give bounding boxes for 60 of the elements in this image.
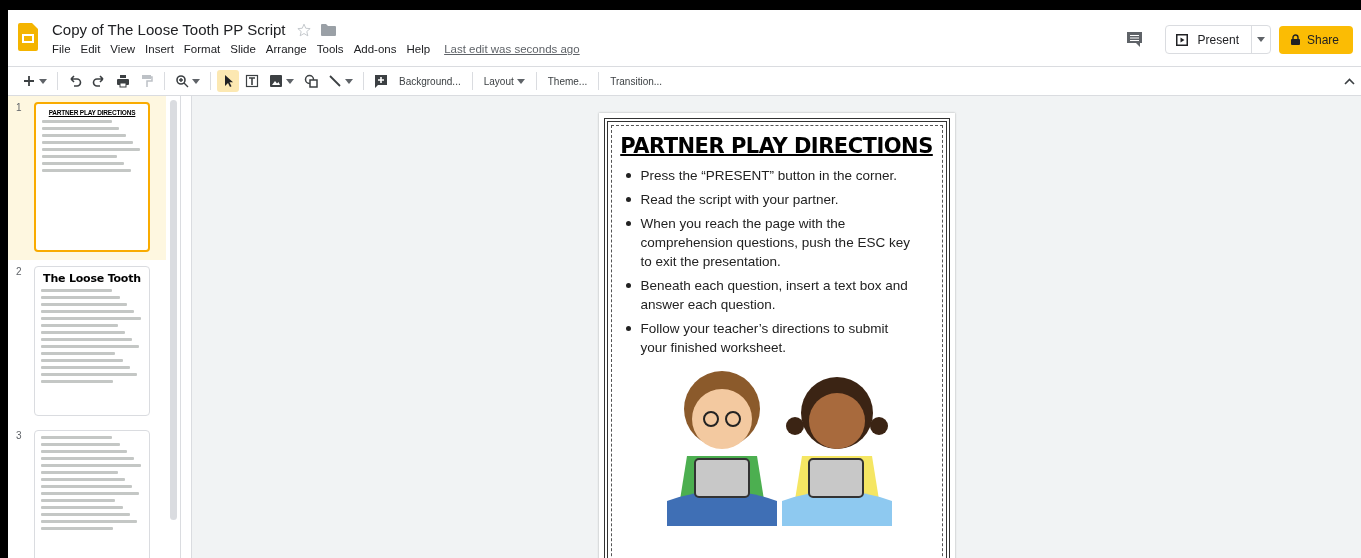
toolbar-button[interactable]: Transition... [605, 70, 668, 92]
menu-item[interactable]: Insert [140, 42, 179, 56]
caret-icon [345, 78, 353, 84]
toolbar-button[interactable]: Theme... [542, 70, 593, 92]
toolbar-button[interactable]: Background... [394, 70, 466, 92]
menu-item[interactable]: Add-ons [348, 42, 402, 56]
slide-number: 2 [16, 266, 23, 279]
select-tool[interactable] [217, 70, 239, 92]
image-icon [269, 74, 283, 88]
bullet-item: Follow your teacher’s directions to submit your finished worksheet. [640, 320, 890, 357]
undo-icon [68, 74, 82, 88]
print-icon [116, 74, 130, 88]
shapes-icon [304, 74, 318, 88]
bullet-item: Press the “PRESENT” button in the corner. [640, 167, 898, 185]
bullet-item: When you reach the page with the comprehension questions, push the ESC key to exit the presentation. [640, 215, 911, 271]
star-icon[interactable] [297, 22, 312, 37]
folder-icon[interactable] [321, 23, 337, 36]
thumbnail-title: The Loose Tooth [42, 272, 142, 285]
document-title[interactable]: Copy of The Loose Tooth PP Script [50, 21, 288, 38]
menu-item[interactable]: Arrange [260, 42, 312, 56]
collapse-chevron-icon[interactable] [1344, 77, 1355, 85]
add-comment-icon [374, 74, 388, 88]
zoom-icon [175, 74, 189, 88]
caret-icon [192, 78, 200, 84]
toolbar-button[interactable]: Layout [478, 70, 530, 92]
lock-icon [1290, 34, 1300, 45]
textbox-icon [245, 74, 259, 88]
bullet-dot [625, 173, 631, 178]
paint-roller-icon [140, 74, 154, 88]
caret-icon [1256, 37, 1265, 42]
last-edit-link[interactable]: Last edit was seconds ago [444, 43, 580, 55]
menu-item[interactable]: File [50, 42, 76, 56]
new-slide-icon [22, 74, 36, 88]
slide-thumbnail-row[interactable]: 3 [8, 424, 166, 558]
bullet-dot [625, 283, 631, 288]
bullet-item: Beneath each question, insert a text box and answer each question. [640, 277, 909, 314]
slide-number: 1 [16, 102, 23, 115]
bullet-dot [625, 221, 631, 226]
slide-number: 3 [16, 430, 23, 443]
menu-item[interactable]: Format [178, 42, 226, 56]
comments-icon[interactable] [1125, 31, 1143, 48]
slide-thumbnail-row[interactable]: 2 The Loose Tooth [8, 260, 166, 424]
bullet-item: Read the script with your partner. [640, 191, 839, 209]
menu-item[interactable]: Help [401, 42, 436, 56]
menu-item[interactable]: Slide [225, 42, 261, 56]
share-button[interactable]: Share [1278, 25, 1353, 54]
line-icon [328, 74, 342, 88]
menu-item[interactable]: Edit [75, 42, 106, 56]
scrollbar[interactable] [169, 100, 177, 520]
slide-thumbnail[interactable]: The Loose Tooth [34, 266, 150, 416]
play-icon [1175, 33, 1188, 46]
bullet-dot [625, 197, 631, 202]
menu-item[interactable]: Tools [311, 42, 349, 56]
bullet-dot [625, 326, 631, 331]
menu-item[interactable]: View [105, 42, 141, 56]
caret-icon [39, 78, 47, 84]
redo-icon [92, 74, 106, 88]
slide-heading: PARTNER PLAY DIRECTIONS [620, 134, 933, 158]
slide-thumbnail[interactable] [34, 430, 150, 558]
caret-icon [286, 78, 294, 84]
